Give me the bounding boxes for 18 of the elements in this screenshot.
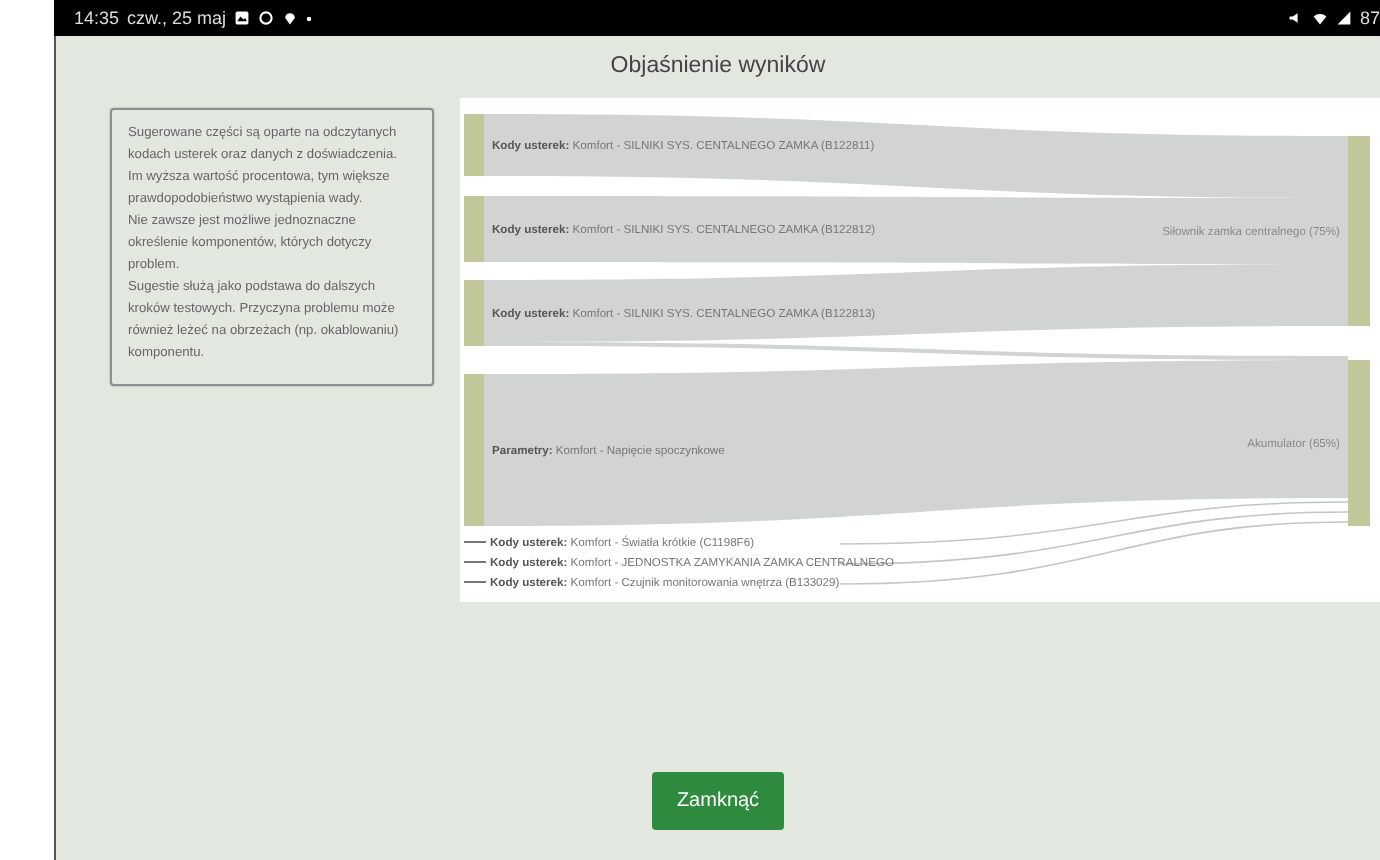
signal-icon — [1335, 10, 1352, 26]
close-button[interactable]: Zamknąć — [652, 772, 784, 830]
status-date: czw., 25 maj — [127, 8, 227, 28]
window-title: Objaśnienie wyników — [608, 52, 828, 82]
source-node-bar — [464, 114, 484, 176]
location-icon — [282, 10, 299, 26]
leader-line — [463, 541, 487, 543]
wifi-icon — [1311, 10, 1328, 26]
circle-icon — [258, 10, 275, 26]
source-node-bar — [464, 280, 484, 346]
image-icon — [234, 10, 251, 26]
mute-icon — [1287, 10, 1304, 26]
status-time: 14:35 — [74, 8, 120, 28]
leader-line — [463, 581, 487, 583]
source-node-bar — [464, 196, 484, 262]
battery-percent: 87 — [1359, 8, 1380, 28]
leader-line — [463, 561, 487, 563]
dot-icon — [306, 15, 313, 21]
